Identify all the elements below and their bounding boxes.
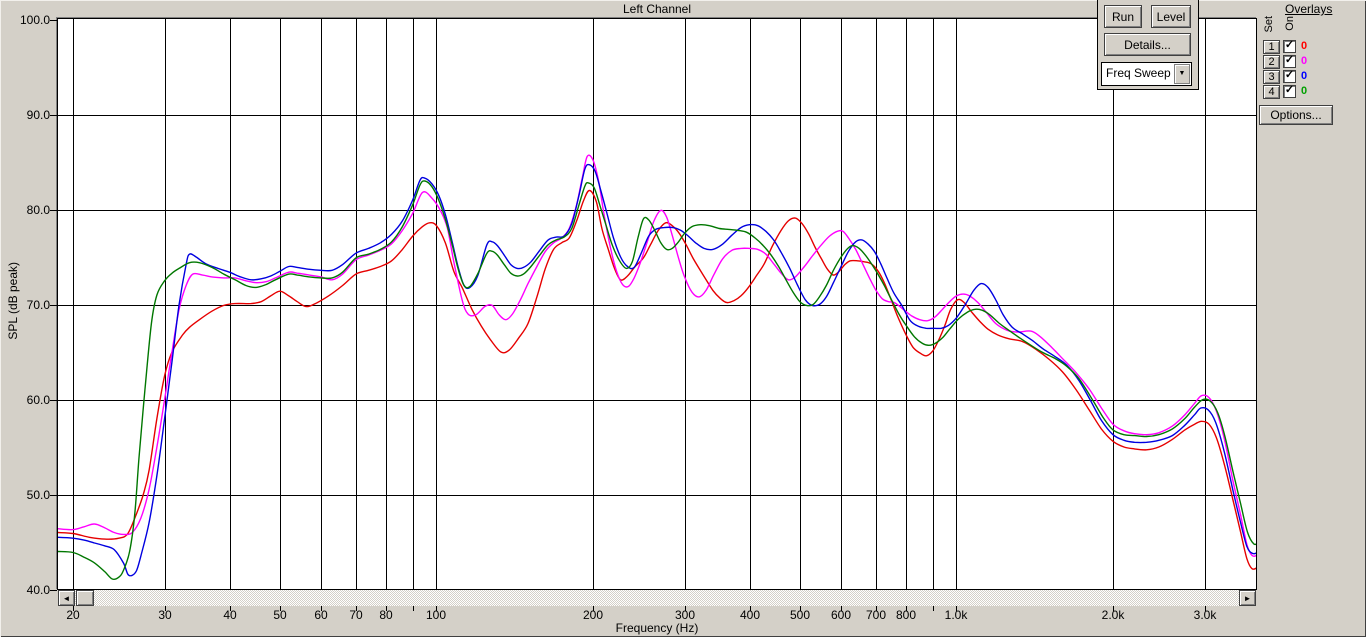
run-button[interactable]: Run	[1104, 5, 1142, 28]
y-tick-mark	[50, 210, 57, 211]
x-tick-label: 300	[674, 608, 696, 622]
level-button[interactable]: Level	[1151, 5, 1191, 28]
checkmark-icon: ✓	[1284, 84, 1295, 96]
y-tick-label: 80.0	[26, 202, 50, 217]
measurement-mode-value: Freq Sweep	[1106, 66, 1171, 80]
y-tick-label: 60.0	[26, 392, 50, 407]
overlay-value-2: 0	[1301, 55, 1308, 67]
x-tick-label: 40	[223, 608, 237, 622]
y-tick-mark	[50, 20, 57, 21]
curve-overlay-1-red	[58, 189, 1256, 570]
chevron-down-icon: ▼	[1178, 70, 1186, 77]
plot-title: Left Channel	[622, 2, 692, 16]
app-window: Left Channel SPL (dB peak) Frequency (Hz…	[0, 0, 1366, 637]
overlays-set-column-label: Set	[1263, 16, 1275, 33]
x-tick-label: 80	[379, 608, 393, 622]
right-arrow-icon: ►	[1243, 593, 1252, 603]
overlay-set-button-1[interactable]: 1	[1263, 40, 1280, 54]
overlay-on-checkbox-4[interactable]: ✓	[1283, 85, 1296, 98]
chart-canvas	[58, 19, 1256, 589]
x-tick-label: 20	[66, 608, 80, 622]
x-tick-label: 2.0k	[1101, 608, 1125, 622]
y-tick-mark	[50, 400, 57, 401]
x-tick-label: 50	[273, 608, 287, 622]
y-tick-mark	[50, 115, 57, 116]
dropdown-button[interactable]: ▼	[1174, 64, 1190, 84]
checkmark-icon: ✓	[1284, 39, 1295, 51]
x-tick-label: 100	[425, 608, 447, 622]
y-tick-mark	[50, 590, 57, 591]
y-tick-label: 100.0	[19, 12, 50, 27]
x-tick-label: 500	[789, 608, 811, 622]
overlay-set-button-4[interactable]: 4	[1263, 85, 1280, 99]
options-button[interactable]: Options...	[1259, 105, 1333, 125]
details-button[interactable]: Details...	[1104, 33, 1191, 56]
checkmark-icon: ✓	[1284, 54, 1295, 66]
overlay-value-1: 0	[1301, 40, 1308, 52]
y-tick-mark	[50, 495, 57, 496]
x-scrollbar[interactable]: ◄ ►	[58, 590, 1256, 606]
x-tick-label: 1.0k	[944, 608, 968, 622]
x-tick-label: 3.0k	[1193, 608, 1217, 622]
overlay-set-button-2[interactable]: 2	[1263, 55, 1280, 69]
x-tick-label: 200	[582, 608, 604, 622]
y-tick-label: 50.0	[26, 487, 50, 502]
overlay-value-4: 0	[1301, 85, 1308, 97]
plot-area	[57, 18, 1257, 590]
x-axis-title: Frequency (Hz)	[615, 621, 699, 635]
x-tick-label: 400	[739, 608, 761, 622]
y-tick-label: 70.0	[26, 297, 50, 312]
curve-overlay-2-magenta	[58, 154, 1256, 557]
overlay-on-checkbox-2[interactable]: ✓	[1283, 55, 1296, 68]
measurement-mode-select[interactable]: Freq Sweep ▼	[1101, 62, 1192, 86]
scrollbar-right-arrow[interactable]: ►	[1239, 590, 1256, 606]
left-arrow-icon: ◄	[62, 593, 71, 603]
overlay-value-3: 0	[1301, 70, 1308, 82]
overlay-set-button-3[interactable]: 3	[1263, 70, 1280, 84]
y-tick-label: 40.0	[26, 582, 50, 597]
scrollbar-thumb[interactable]	[76, 590, 94, 606]
scrollbar-left-arrow[interactable]: ◄	[58, 590, 75, 606]
x-tick-label: 30	[158, 608, 172, 622]
x-tick-label: 800	[895, 608, 917, 622]
checkmark-icon: ✓	[1284, 69, 1295, 81]
overlays-heading: Overlays	[1285, 2, 1333, 16]
overlay-on-checkbox-3[interactable]: ✓	[1283, 70, 1296, 83]
curve-overlay-3-blue	[58, 163, 1256, 577]
overlays-on-column-label: On	[1284, 16, 1296, 31]
overlay-on-checkbox-1[interactable]: ✓	[1283, 40, 1296, 53]
y-tick-label: 90.0	[26, 107, 50, 122]
y-tick-mark	[50, 305, 57, 306]
curve-overlay-4-green	[58, 180, 1256, 581]
